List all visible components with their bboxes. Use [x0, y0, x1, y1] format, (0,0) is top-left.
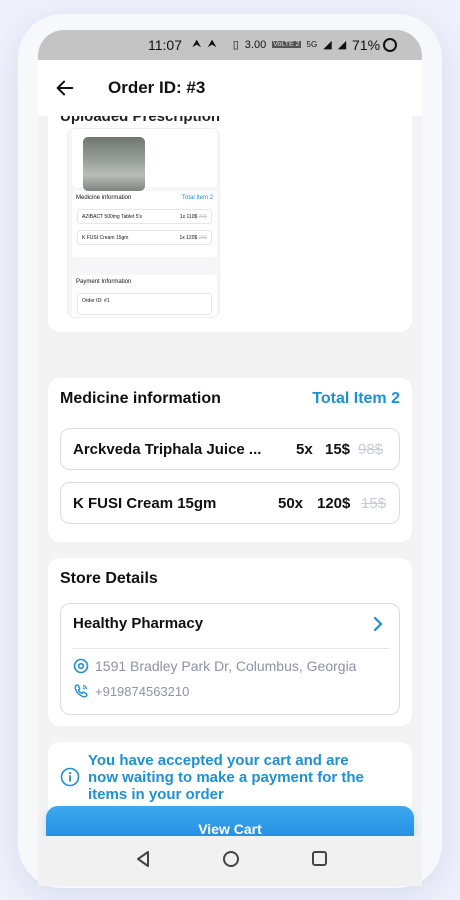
notification-icon: ⮝: [207, 38, 217, 50]
network-type: 5G: [306, 40, 318, 49]
thumb-row-qty: 1x: [179, 214, 186, 220]
vibrate-icon: ▯: [232, 39, 239, 51]
medicine-item[interactable]: K FUSI Cream 15gm 50x 120$ 15$: [60, 482, 400, 524]
status-time: 11:07: [148, 37, 182, 53]
store-name: Healthy Pharmacy: [73, 615, 204, 632]
item-price: 15$: [325, 441, 351, 458]
thumb-order-row: Order ID: #1: [77, 293, 212, 315]
thumb-row-old: 15$: [198, 235, 207, 241]
store-address-row: 1591 Bradley Park Dr, Columbus, Georgia: [73, 658, 356, 674]
thumb-row-name: K FUSI Cream 15gm: [82, 235, 129, 241]
store-card: Store Details Healthy Pharmacy 1591 Brad…: [48, 558, 412, 726]
net-speed: 3.00: [244, 38, 267, 51]
thumb-med-total: Total Item 2: [181, 195, 213, 201]
item-qty: 50x: [278, 495, 304, 512]
notice-text: You have accepted your cart and are now …: [88, 752, 364, 803]
thumb-pay-heading: Payment Information: [76, 279, 132, 285]
item-name: K FUSI Cream 15gm: [73, 495, 217, 512]
store-box[interactable]: Healthy Pharmacy 1591 Bradley Park Dr, C…: [60, 603, 400, 715]
item-name: Arckveda Triphala Juice ...: [73, 441, 262, 458]
thumb-top-block: [72, 129, 217, 191]
thumb-order-label: Order ID: #1: [82, 298, 110, 304]
back-arrow-icon[interactable]: [54, 77, 76, 99]
medicine-card: Medicine information Total Item 2 Arckve…: [48, 378, 412, 542]
screen: 11:07 ⮝ ⮝ ▯ 3.00 VoLTE 2 5G ◢ ◢ 71% Orde…: [38, 30, 422, 886]
thumb-medicine-block: Medicine information Total Item 2 AZIBAC…: [72, 191, 217, 257]
nav-home-icon[interactable]: [223, 851, 239, 867]
nav-back-icon[interactable]: [135, 850, 151, 868]
thumb-payment-block: Payment Information Order ID: #1: [72, 275, 217, 317]
thumb-row-price: 120$: [186, 235, 198, 241]
nav-recents-icon[interactable]: [312, 851, 327, 866]
thumb-row: AZIBACT 500mg Tablet 5's 1x 110$ 20$: [77, 209, 212, 224]
chevron-right-icon[interactable]: [371, 616, 385, 632]
thumb-row-name: AZIBACT 500mg Tablet 5's: [82, 214, 142, 220]
signal-icon-2: ◢: [337, 39, 347, 51]
item-old-price: 15$: [361, 495, 387, 512]
status-bar: 11:07 ⮝ ⮝ ▯ 3.00 VoLTE 2 5G ◢ ◢ 71%: [38, 30, 422, 60]
store-phone-row[interactable]: +919874563210: [73, 683, 189, 699]
info-icon: [60, 767, 80, 787]
battery-percent: 71%: [352, 37, 381, 53]
thumb-row-values: 1x 120$ 15$: [179, 235, 207, 241]
thumb-row: K FUSI Cream 15gm 1x 120$ 15$: [77, 230, 212, 245]
page-title: Order ID: #3: [108, 78, 206, 97]
thumb-row-values: 1x 110$ 20$: [179, 214, 207, 220]
prescription-card: Uploaded Prescription Medicine informati…: [48, 116, 412, 332]
signal-icon: ◢: [323, 39, 332, 51]
thumb-row-price: 110$: [186, 214, 198, 220]
system-nav-bar: [38, 836, 422, 886]
prescription-photo: [83, 137, 145, 191]
store-title: Store Details: [60, 570, 158, 587]
status-icons: ⮝ ⮝ ▯ 3.00 VoLTE 2 5G ◢ ◢: [192, 38, 346, 51]
item-price: 120$: [317, 495, 351, 512]
store-phone: +919874563210: [95, 683, 190, 699]
battery-icon: [383, 38, 397, 52]
app-bar: Order ID: #3: [38, 60, 422, 116]
divider: [73, 648, 389, 649]
scroll-content[interactable]: Uploaded Prescription Medicine informati…: [38, 116, 422, 886]
medicine-item[interactable]: Arckveda Triphala Juice ... 5x 15$ 98$: [60, 428, 400, 470]
location-icon: ⮝: [192, 38, 202, 50]
prescription-image[interactable]: Medicine information Total Item 2 AZIBAC…: [67, 128, 220, 318]
item-qty: 5x: [296, 441, 313, 458]
lte-badge: VoLTE 2: [272, 41, 301, 48]
thumb-med-heading: Medicine information: [76, 195, 132, 201]
medicine-title: Medicine information: [60, 390, 221, 407]
prescription-heading: Uploaded Prescription: [60, 116, 221, 125]
item-old-price: 98$: [358, 441, 384, 458]
total-items: Total Item 2: [312, 390, 400, 407]
store-address: 1591 Bradley Park Dr, Columbus, Georgia: [95, 658, 357, 674]
thumb-row-qty: 1x: [179, 235, 185, 241]
location-pin-icon: [73, 658, 89, 674]
thumb-row-old: 20$: [198, 214, 207, 220]
phone-call-icon: [74, 684, 88, 698]
